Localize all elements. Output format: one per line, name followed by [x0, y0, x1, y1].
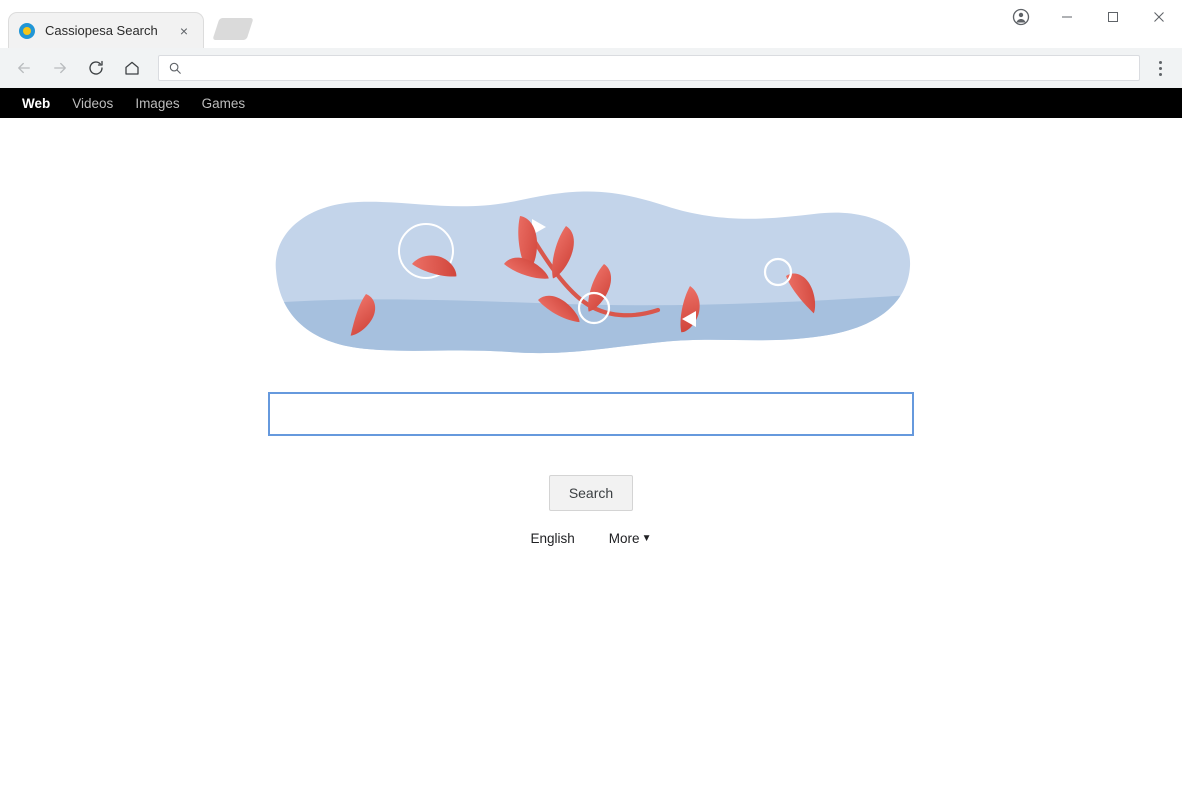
search-button[interactable]: Search — [548, 475, 634, 511]
profile-icon[interactable] — [998, 2, 1044, 32]
search-input[interactable] — [268, 392, 914, 436]
nav-item-videos[interactable]: Videos — [72, 96, 113, 111]
cassiopesa-favicon — [19, 22, 35, 39]
maximize-button[interactable] — [1090, 2, 1136, 32]
leaves-in-water-doodle — [275, 191, 911, 354]
doodle-water-blob — [275, 191, 911, 354]
browser-chrome: Cassiopesa Search × — [0, 0, 1182, 88]
browser-toolbar — [0, 48, 1182, 88]
tab-strip: Cassiopesa Search × — [0, 0, 1182, 48]
address-bar[interactable] — [158, 55, 1140, 81]
chevron-down-icon: ▼ — [641, 532, 652, 544]
browser-menu-icon[interactable] — [1146, 53, 1174, 83]
address-bar-input[interactable] — [191, 59, 1131, 77]
forward-icon[interactable] — [45, 53, 75, 83]
nav-item-images[interactable]: Images — [135, 96, 179, 111]
nav-item-games[interactable]: Games — [202, 96, 246, 111]
language-link[interactable]: English — [531, 531, 575, 546]
tab-title: Cassiopesa Search — [45, 23, 158, 38]
site-navigation: Web Videos Images Games — [0, 88, 1182, 118]
page-content: Search English More ▼ — [0, 118, 1182, 546]
back-icon[interactable] — [9, 53, 39, 83]
search-icon — [167, 60, 183, 76]
close-icon[interactable]: × — [175, 22, 193, 40]
reload-icon[interactable] — [81, 53, 111, 83]
more-link-label: More — [608, 531, 640, 546]
home-icon[interactable] — [117, 53, 147, 83]
nav-item-web[interactable]: Web — [22, 96, 50, 111]
browser-tab[interactable]: Cassiopesa Search × — [8, 12, 204, 48]
search-box-container — [268, 392, 914, 436]
new-tab-button[interactable] — [212, 18, 254, 40]
window-controls — [998, 0, 1182, 34]
more-link[interactable]: More ▼ — [609, 531, 652, 546]
minimize-button[interactable] — [1044, 2, 1090, 32]
footer-links: English More ▼ — [531, 531, 652, 546]
close-window-button[interactable] — [1136, 2, 1182, 32]
